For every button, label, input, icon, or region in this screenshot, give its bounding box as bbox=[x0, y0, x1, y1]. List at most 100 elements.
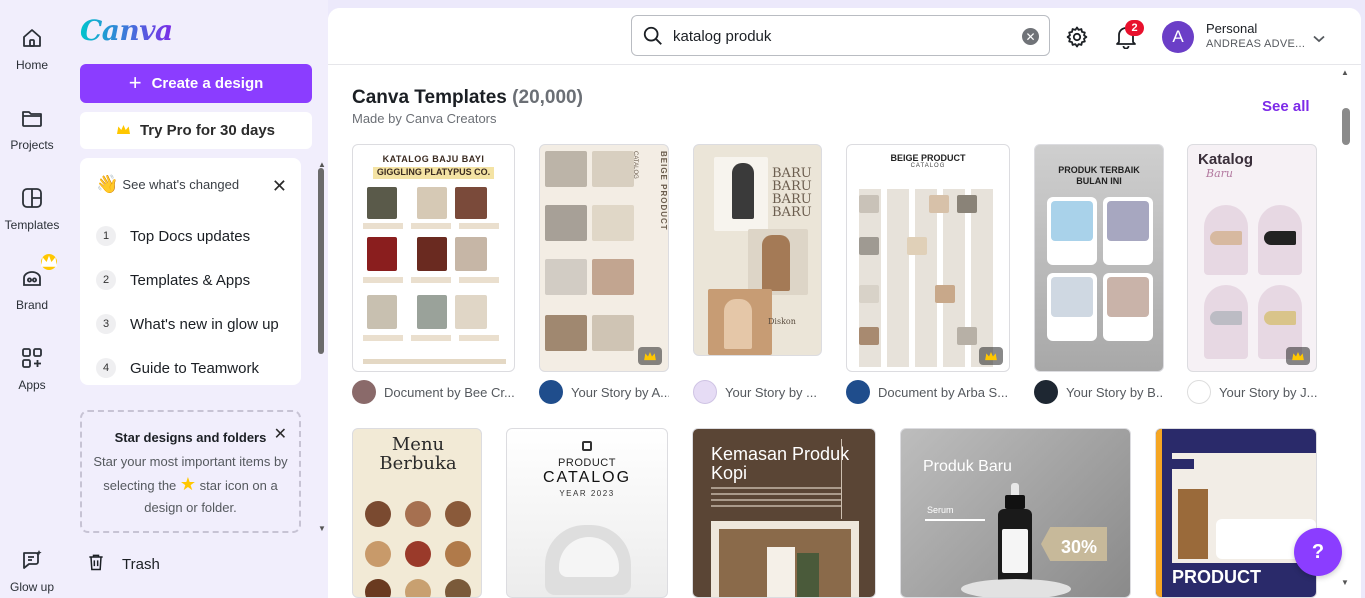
creator-avatar bbox=[539, 380, 563, 404]
trash-icon bbox=[86, 552, 106, 576]
apps-icon bbox=[18, 344, 46, 372]
main-content: katalog produk ✕ 2 A Personal ANDREAS AD… bbox=[328, 8, 1361, 598]
template-thumbnail[interactable]: PRODUCT bbox=[1155, 428, 1317, 598]
template-thumbnail[interactable]: Menu Berbuka bbox=[352, 428, 482, 598]
waving-hand-icon: 👋 bbox=[96, 174, 119, 194]
whats-changed-header: 👋 See what's changed bbox=[96, 174, 239, 195]
thumb-title: PRODUK TERBAIK BULAN INI bbox=[1058, 165, 1140, 186]
sidebar-panel: Canva + Create a design Try Pro for 30 d… bbox=[64, 0, 328, 598]
thumb-title: BARU BARU BARU BARU bbox=[772, 166, 812, 220]
rail-home-label: Home bbox=[15, 58, 48, 72]
thumb-subtitle: CATALOG bbox=[910, 163, 946, 169]
crown-icon bbox=[116, 122, 130, 139]
rail-glow-up-label: Glow up bbox=[9, 580, 55, 594]
star-card-close-icon[interactable]: ✕ bbox=[274, 424, 287, 444]
template-thumbnail[interactable]: PRODUCT CATALOG YEAR 2023 bbox=[506, 428, 668, 598]
settings-gear-icon[interactable] bbox=[1065, 25, 1089, 54]
glow-up-icon bbox=[18, 546, 46, 574]
see-all-link[interactable]: See all bbox=[1262, 98, 1310, 115]
star-card-title: Star designs and folders bbox=[114, 430, 267, 445]
whats-changed-item[interactable]: 3 What's new in glow up bbox=[96, 302, 279, 346]
whats-changed-item[interactable]: 2 Templates & Apps bbox=[96, 258, 279, 302]
creator-label: Document by Bee Cr... bbox=[384, 384, 515, 400]
creator-label: Your Story by B... bbox=[1066, 384, 1164, 400]
thumb-title: KATALOG BAJU BAYI bbox=[382, 154, 485, 164]
rail-brand[interactable]: Brand bbox=[0, 254, 64, 312]
notification-count-badge: 2 bbox=[1125, 20, 1144, 36]
section-subtitle: Made by Canva Creators bbox=[352, 111, 497, 126]
help-button[interactable]: ? bbox=[1294, 528, 1342, 576]
templates-icon bbox=[18, 184, 46, 212]
search-icon bbox=[642, 25, 664, 52]
folder-icon bbox=[18, 104, 46, 132]
item-number: 3 bbox=[96, 314, 116, 334]
rail-home[interactable]: Home bbox=[0, 24, 64, 72]
template-creator[interactable]: Document by Bee Cr... bbox=[352, 380, 515, 404]
whats-changed-item[interactable]: 1 Top Docs updates bbox=[96, 214, 279, 258]
thumb-subtitle: Baru bbox=[1206, 167, 1233, 180]
creator-avatar bbox=[1187, 380, 1211, 404]
star-designs-card: ✕ Star designs and folders Star your mos… bbox=[80, 410, 301, 533]
thumb-title: Produk Baru bbox=[923, 458, 1012, 475]
thumb-subtitle: GIGGLING PLATYPUS CO. bbox=[376, 167, 491, 177]
search-value: katalog produk bbox=[673, 28, 772, 45]
creator-label: Document by Arba S... bbox=[878, 384, 1009, 400]
template-creator[interactable]: Your Story by ... bbox=[693, 380, 822, 404]
clear-search-icon[interactable]: ✕ bbox=[1022, 28, 1039, 45]
item-number: 2 bbox=[96, 270, 116, 290]
template-creator[interactable]: Your Story by B... bbox=[1034, 380, 1164, 404]
template-thumbnail[interactable]: PRODUK TERBAIK BULAN INI bbox=[1034, 144, 1164, 372]
whats-changed-card: 👋 See what's changed ✕ 1 Top Docs updates… bbox=[80, 158, 301, 385]
thumb-title: PRODUCT bbox=[1172, 567, 1261, 587]
trash-link[interactable]: Trash bbox=[86, 552, 160, 576]
template-thumbnail[interactable]: Katalog Baru bbox=[1187, 144, 1317, 372]
template-thumbnail[interactable]: Produk Baru Serum 30% bbox=[900, 428, 1131, 598]
panel-scroll-down-icon[interactable]: ▼ bbox=[318, 524, 326, 533]
panel-scrollbar[interactable] bbox=[318, 168, 324, 354]
rail-brand-label: Brand bbox=[15, 298, 49, 312]
template-creator[interactable]: Your Story by A... bbox=[539, 380, 669, 404]
template-creator[interactable]: Your Story by J... bbox=[1187, 380, 1317, 404]
template-creator[interactable]: Document by Arba S... bbox=[846, 380, 1010, 404]
main-scrollbar[interactable] bbox=[1342, 108, 1350, 145]
thumb-title: Menu Berbuka bbox=[379, 434, 457, 474]
plus-icon: + bbox=[128, 69, 142, 95]
thumb-title: CATALOG bbox=[542, 469, 632, 486]
template-thumbnail[interactable]: Kemasan Produk Kopi bbox=[692, 428, 876, 598]
rail-projects-label: Projects bbox=[10, 138, 54, 152]
template-thumbnail[interactable]: BEIGE PRODUCT CATALOG bbox=[539, 144, 669, 372]
brand-mark-icon bbox=[582, 441, 592, 451]
main-scroll-up-icon[interactable]: ▲ bbox=[1341, 68, 1349, 77]
main-scroll-down-icon[interactable]: ▼ bbox=[1341, 578, 1349, 587]
whats-changed-item[interactable]: 4 Guide to Teamwork bbox=[96, 346, 279, 390]
section-count: (20,000) bbox=[512, 87, 583, 108]
rail-templates[interactable]: Templates bbox=[0, 184, 64, 232]
star-card-body: Star your most important items by select… bbox=[92, 451, 289, 519]
account-name[interactable]: ANDREAS ADVE... bbox=[1206, 38, 1305, 50]
rail-glow-up[interactable]: Glow up bbox=[0, 546, 64, 594]
left-rail: Home Projects Templates Brand Apps Glow … bbox=[0, 0, 64, 598]
whats-changed-close-icon[interactable]: ✕ bbox=[272, 176, 287, 197]
canva-logo[interactable]: Canva bbox=[80, 14, 173, 47]
brand-crown-icon bbox=[41, 254, 57, 270]
thumb-title: Katalog bbox=[1198, 151, 1254, 168]
top-bar: katalog produk ✕ 2 A Personal ANDREAS AD… bbox=[328, 8, 1361, 65]
item-label: Guide to Teamwork bbox=[130, 359, 259, 377]
create-design-button[interactable]: + Create a design bbox=[80, 64, 312, 103]
rail-projects[interactable]: Projects bbox=[0, 104, 64, 152]
account-type[interactable]: Personal bbox=[1206, 21, 1257, 36]
thumb-discount: 30% bbox=[1060, 537, 1098, 557]
pro-crown-icon bbox=[1286, 347, 1310, 365]
rail-apps[interactable]: Apps bbox=[0, 344, 64, 392]
creator-avatar bbox=[846, 380, 870, 404]
template-thumbnail[interactable]: KATALOG BAJU BAYI GIGGLING PLATYPUS CO. bbox=[352, 144, 515, 372]
template-thumbnail[interactable]: BEIGE PRODUCT CATALOG bbox=[846, 144, 1010, 372]
try-pro-label: Try Pro for 30 days bbox=[139, 122, 276, 139]
template-thumbnail[interactable]: BARU BARU BARU BARU Diskon bbox=[693, 144, 822, 356]
creator-label: Your Story by J... bbox=[1219, 384, 1317, 400]
item-number: 1 bbox=[96, 226, 116, 246]
search-input[interactable]: katalog produk ✕ bbox=[631, 15, 1050, 56]
chevron-down-icon[interactable] bbox=[1313, 30, 1325, 48]
try-pro-button[interactable]: Try Pro for 30 days bbox=[80, 112, 312, 149]
avatar[interactable]: A bbox=[1162, 21, 1194, 53]
